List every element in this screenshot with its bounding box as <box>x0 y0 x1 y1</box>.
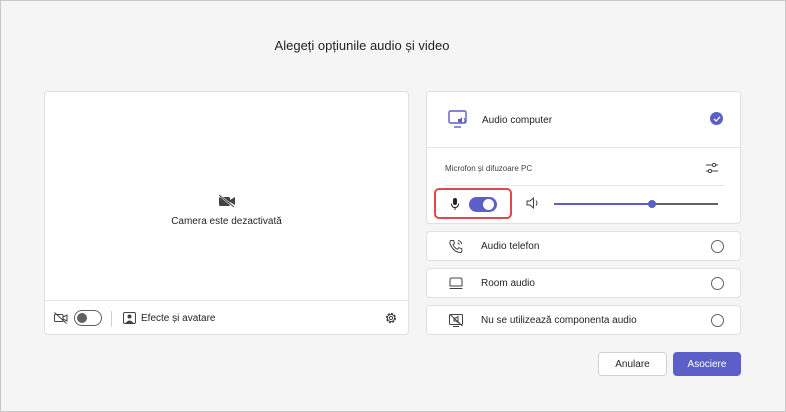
toolbar-divider <box>111 311 112 327</box>
volume-slider-thumb[interactable] <box>648 200 657 208</box>
phone-audio-label: Audio telefon <box>481 241 540 252</box>
camera-off-icon <box>217 193 235 208</box>
divider <box>445 185 725 186</box>
computer-audio-icon <box>448 110 467 128</box>
no-audio-icon <box>449 314 463 327</box>
gear-icon[interactable] <box>384 311 398 325</box>
room-audio-icon <box>449 277 463 289</box>
camera-toggle[interactable] <box>74 310 102 326</box>
room-audio-label: Room audio <box>481 278 535 289</box>
phone-icon <box>449 240 463 254</box>
preview-toolbar: Efecte și avatare <box>45 300 408 336</box>
camera-off-icon <box>54 312 68 324</box>
no-audio-label: Nu se utilizează componenta audio <box>481 315 637 326</box>
no-audio-option[interactable]: Nu se utilizează componenta audio <box>426 305 741 335</box>
mic-control-highlight <box>434 188 512 219</box>
camera-status-text: Camera este dezactivată <box>171 215 282 227</box>
dialog-window: Alegeți opțiunile audio și video Camera … <box>0 0 786 412</box>
background-effects-icon[interactable] <box>123 312 136 324</box>
computer-audio-option[interactable]: Audio computer <box>427 92 740 148</box>
video-preview-panel: Camera este dezactivată Efecte și avatar… <box>44 91 409 335</box>
room-audio-radio[interactable] <box>711 277 724 290</box>
computer-audio-label: Audio computer <box>482 115 553 126</box>
toggle-knob <box>483 199 494 210</box>
computer-audio-panel: Audio computer Microfon și difuzoare PC <box>426 91 741 224</box>
room-audio-option[interactable]: Room audio <box>426 268 741 298</box>
toggle-knob <box>77 313 87 323</box>
device-settings-icon[interactable] <box>705 162 719 174</box>
cancel-button[interactable]: Anulare <box>598 352 667 376</box>
video-preview-area: Camera este dezactivată <box>45 92 408 300</box>
selected-check-icon <box>710 112 723 125</box>
volume-slider-fill <box>554 203 653 205</box>
no-audio-radio[interactable] <box>711 314 724 327</box>
effects-avatars-button[interactable]: Efecte și avatare <box>141 313 215 324</box>
microphone-toggle[interactable] <box>469 197 497 212</box>
phone-audio-radio[interactable] <box>711 240 724 253</box>
speaker-icon <box>526 197 538 209</box>
join-button[interactable]: Asociere <box>673 352 741 376</box>
volume-slider[interactable] <box>554 200 718 208</box>
dialog-title: Alegeți opțiunile audio și video <box>274 38 450 53</box>
device-label: Microfon și difuzoare PC <box>445 164 533 173</box>
phone-audio-option[interactable]: Audio telefon <box>426 231 741 261</box>
microphone-icon <box>451 198 459 210</box>
